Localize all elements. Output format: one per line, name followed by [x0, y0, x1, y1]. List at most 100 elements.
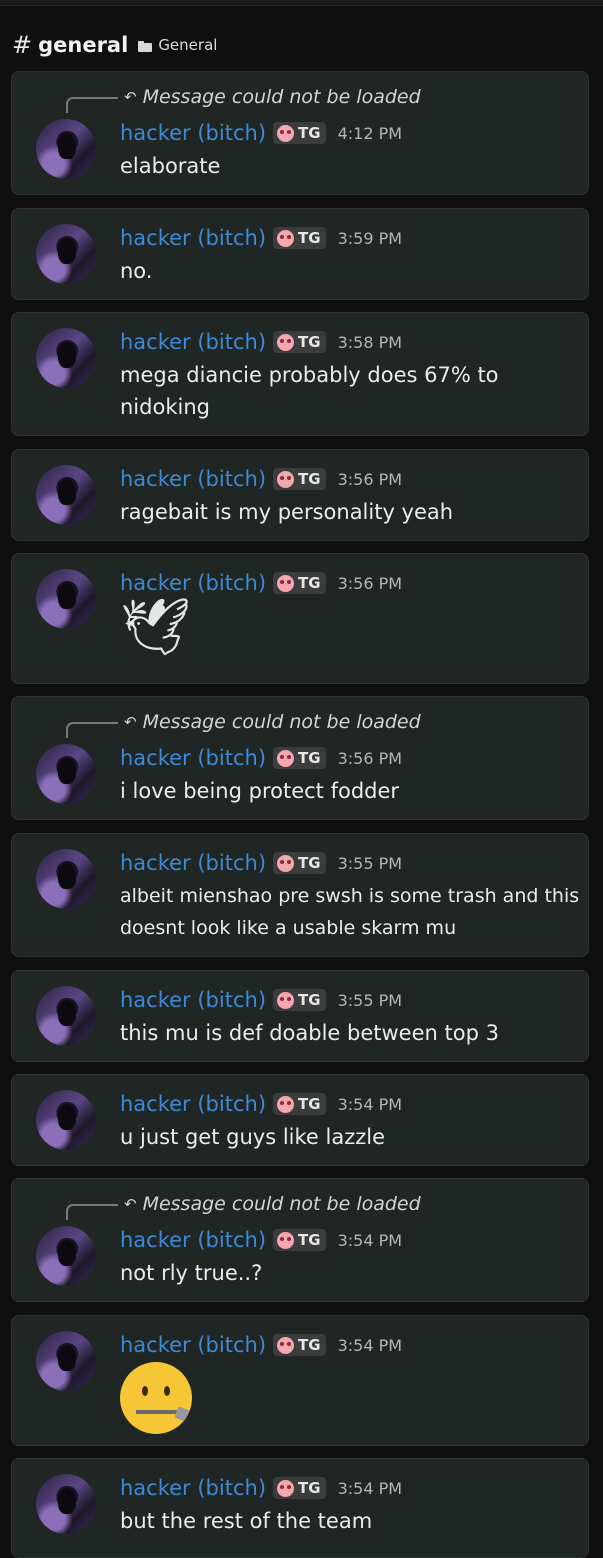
server-tag[interactable]: TG	[273, 1093, 326, 1115]
username[interactable]: hacker (bitch)	[120, 1228, 266, 1252]
server-tag[interactable]: TG	[273, 1229, 326, 1251]
timestamp: 3:59 PM	[337, 228, 403, 248]
message-text: elaborate	[120, 154, 221, 178]
message-item[interactable]: hacker (bitch) TG 3:54 PM but the rest o…	[11, 1458, 589, 1558]
server-tag[interactable]: TG	[273, 122, 326, 144]
message-header: hacker (bitch) TG 3:56 PM	[120, 465, 402, 493]
message-text: but the rest of the team	[120, 1509, 373, 1533]
skull-icon	[277, 749, 295, 767]
timestamp: 3:56 PM	[337, 748, 403, 768]
username[interactable]: hacker (bitch)	[120, 467, 266, 491]
skull-icon	[277, 229, 295, 247]
message-header: hacker (bitch) TG 3:56 PM	[120, 744, 402, 772]
category-name[interactable]: General	[158, 36, 217, 54]
window-top-bar	[0, 0, 603, 6]
avatar[interactable]	[36, 744, 96, 804]
reply-connector	[66, 97, 118, 113]
avatar[interactable]	[36, 465, 96, 525]
avatar[interactable]	[36, 328, 96, 388]
server-tag-text: TG	[298, 333, 321, 351]
timestamp: 3:58 PM	[337, 332, 403, 352]
username[interactable]: hacker (bitch)	[120, 851, 266, 875]
reply-text: Message could not be loaded	[142, 1193, 421, 1215]
message-item[interactable]: ↶ Message could not be loaded hacker (bi…	[11, 71, 589, 195]
server-tag-text: TG	[298, 1231, 321, 1249]
avatar[interactable]	[36, 986, 96, 1046]
server-tag[interactable]: TG	[273, 747, 326, 769]
message-item[interactable]: hacker (bitch) TG 3:59 PM no.	[11, 208, 589, 300]
message-text: mega diancie probably does 67% to nidoki…	[120, 363, 499, 419]
server-tag[interactable]: TG	[273, 331, 326, 353]
skull-icon	[277, 854, 295, 872]
server-tag[interactable]: TG	[273, 227, 326, 249]
reply-reference[interactable]: ↶ Message could not be loaded	[124, 86, 421, 108]
username[interactable]: hacker (bitch)	[120, 1092, 266, 1116]
server-tag-text: TG	[298, 749, 321, 767]
server-tag[interactable]: TG	[273, 852, 326, 874]
reply-arrow-icon: ↶	[124, 713, 137, 731]
message-item[interactable]: hacker (bitch) TG 3:58 PM mega diancie p…	[11, 312, 589, 436]
avatar[interactable]	[36, 849, 96, 909]
message-text: no.	[120, 259, 153, 283]
message-text: this mu is def doable between top 3	[120, 1021, 499, 1045]
reply-text: Message could not be loaded	[142, 711, 421, 733]
server-tag[interactable]: TG	[273, 1334, 326, 1356]
skull-icon	[277, 574, 295, 592]
server-tag-text: TG	[298, 124, 321, 142]
channel-name[interactable]: general	[38, 33, 128, 57]
avatar[interactable]	[36, 119, 96, 179]
avatar[interactable]	[36, 569, 96, 629]
avatar[interactable]	[36, 1331, 96, 1391]
message-text: not rly true..?	[120, 1261, 263, 1285]
timestamp: 3:55 PM	[337, 990, 403, 1010]
avatar[interactable]	[36, 1226, 96, 1286]
message-item[interactable]: hacker (bitch) TG 3:54 PM u just get guy…	[11, 1074, 589, 1166]
zipper-mouth-face-icon	[120, 1362, 192, 1434]
timestamp: 3:54 PM	[337, 1094, 403, 1114]
server-tag-text: TG	[298, 1336, 321, 1354]
username[interactable]: hacker (bitch)	[120, 1333, 266, 1357]
message-item[interactable]: hacker (bitch) TG 3:55 PM albeit miensha…	[11, 833, 589, 957]
timestamp: 3:54 PM	[337, 1478, 403, 1498]
avatar[interactable]	[36, 1474, 96, 1534]
message-header: hacker (bitch) TG 3:54 PM	[120, 1331, 402, 1359]
username[interactable]: hacker (bitch)	[120, 226, 266, 250]
username[interactable]: hacker (bitch)	[120, 988, 266, 1012]
message-item[interactable]: ↶ Message could not be loaded hacker (bi…	[11, 696, 589, 820]
reply-reference[interactable]: ↶ Message could not be loaded	[124, 1193, 421, 1215]
message-header: hacker (bitch) TG 3:55 PM	[120, 986, 402, 1014]
avatar[interactable]	[36, 1090, 96, 1150]
server-tag-text: TG	[298, 229, 321, 247]
message-item[interactable]: hacker (bitch) TG 3:56 PM ragebait is my…	[11, 449, 589, 541]
timestamp: 3:54 PM	[337, 1230, 403, 1250]
message-text: u just get guys like lazzle	[120, 1125, 386, 1149]
username[interactable]: hacker (bitch)	[120, 571, 266, 595]
message-item[interactable]: hacker (bitch) TG 3:56 PM 🕊	[11, 553, 589, 684]
skull-icon	[277, 1095, 295, 1113]
server-tag-text: TG	[298, 470, 321, 488]
server-tag[interactable]: TG	[273, 989, 326, 1011]
server-tag[interactable]: TG	[273, 1477, 326, 1499]
reply-arrow-icon: ↶	[124, 88, 137, 106]
avatar[interactable]	[36, 224, 96, 284]
message-header: hacker (bitch) TG 4:12 PM	[120, 119, 402, 147]
message-item[interactable]: hacker (bitch) TG 3:55 PM this mu is def…	[11, 970, 589, 1062]
server-tag[interactable]: TG	[273, 572, 326, 594]
username[interactable]: hacker (bitch)	[120, 330, 266, 354]
skull-icon	[277, 470, 295, 488]
timestamp: 3:56 PM	[337, 469, 403, 489]
message-header: hacker (bitch) TG 3:55 PM	[120, 849, 402, 877]
username[interactable]: hacker (bitch)	[120, 1476, 266, 1500]
channel-header: # general General	[12, 30, 217, 60]
reply-reference[interactable]: ↶ Message could not be loaded	[124, 711, 421, 733]
username[interactable]: hacker (bitch)	[120, 746, 266, 770]
message-item[interactable]: ↶ Message could not be loaded hacker (bi…	[11, 1178, 589, 1302]
skull-icon	[277, 991, 295, 1009]
skull-icon	[277, 1336, 295, 1354]
skull-icon	[277, 1479, 295, 1497]
message-item[interactable]: hacker (bitch) TG 3:54 PM	[11, 1315, 589, 1446]
server-tag[interactable]: TG	[273, 468, 326, 490]
username[interactable]: hacker (bitch)	[120, 121, 266, 145]
skull-icon	[277, 124, 295, 142]
message-header: hacker (bitch) TG 3:58 PM	[120, 328, 402, 356]
